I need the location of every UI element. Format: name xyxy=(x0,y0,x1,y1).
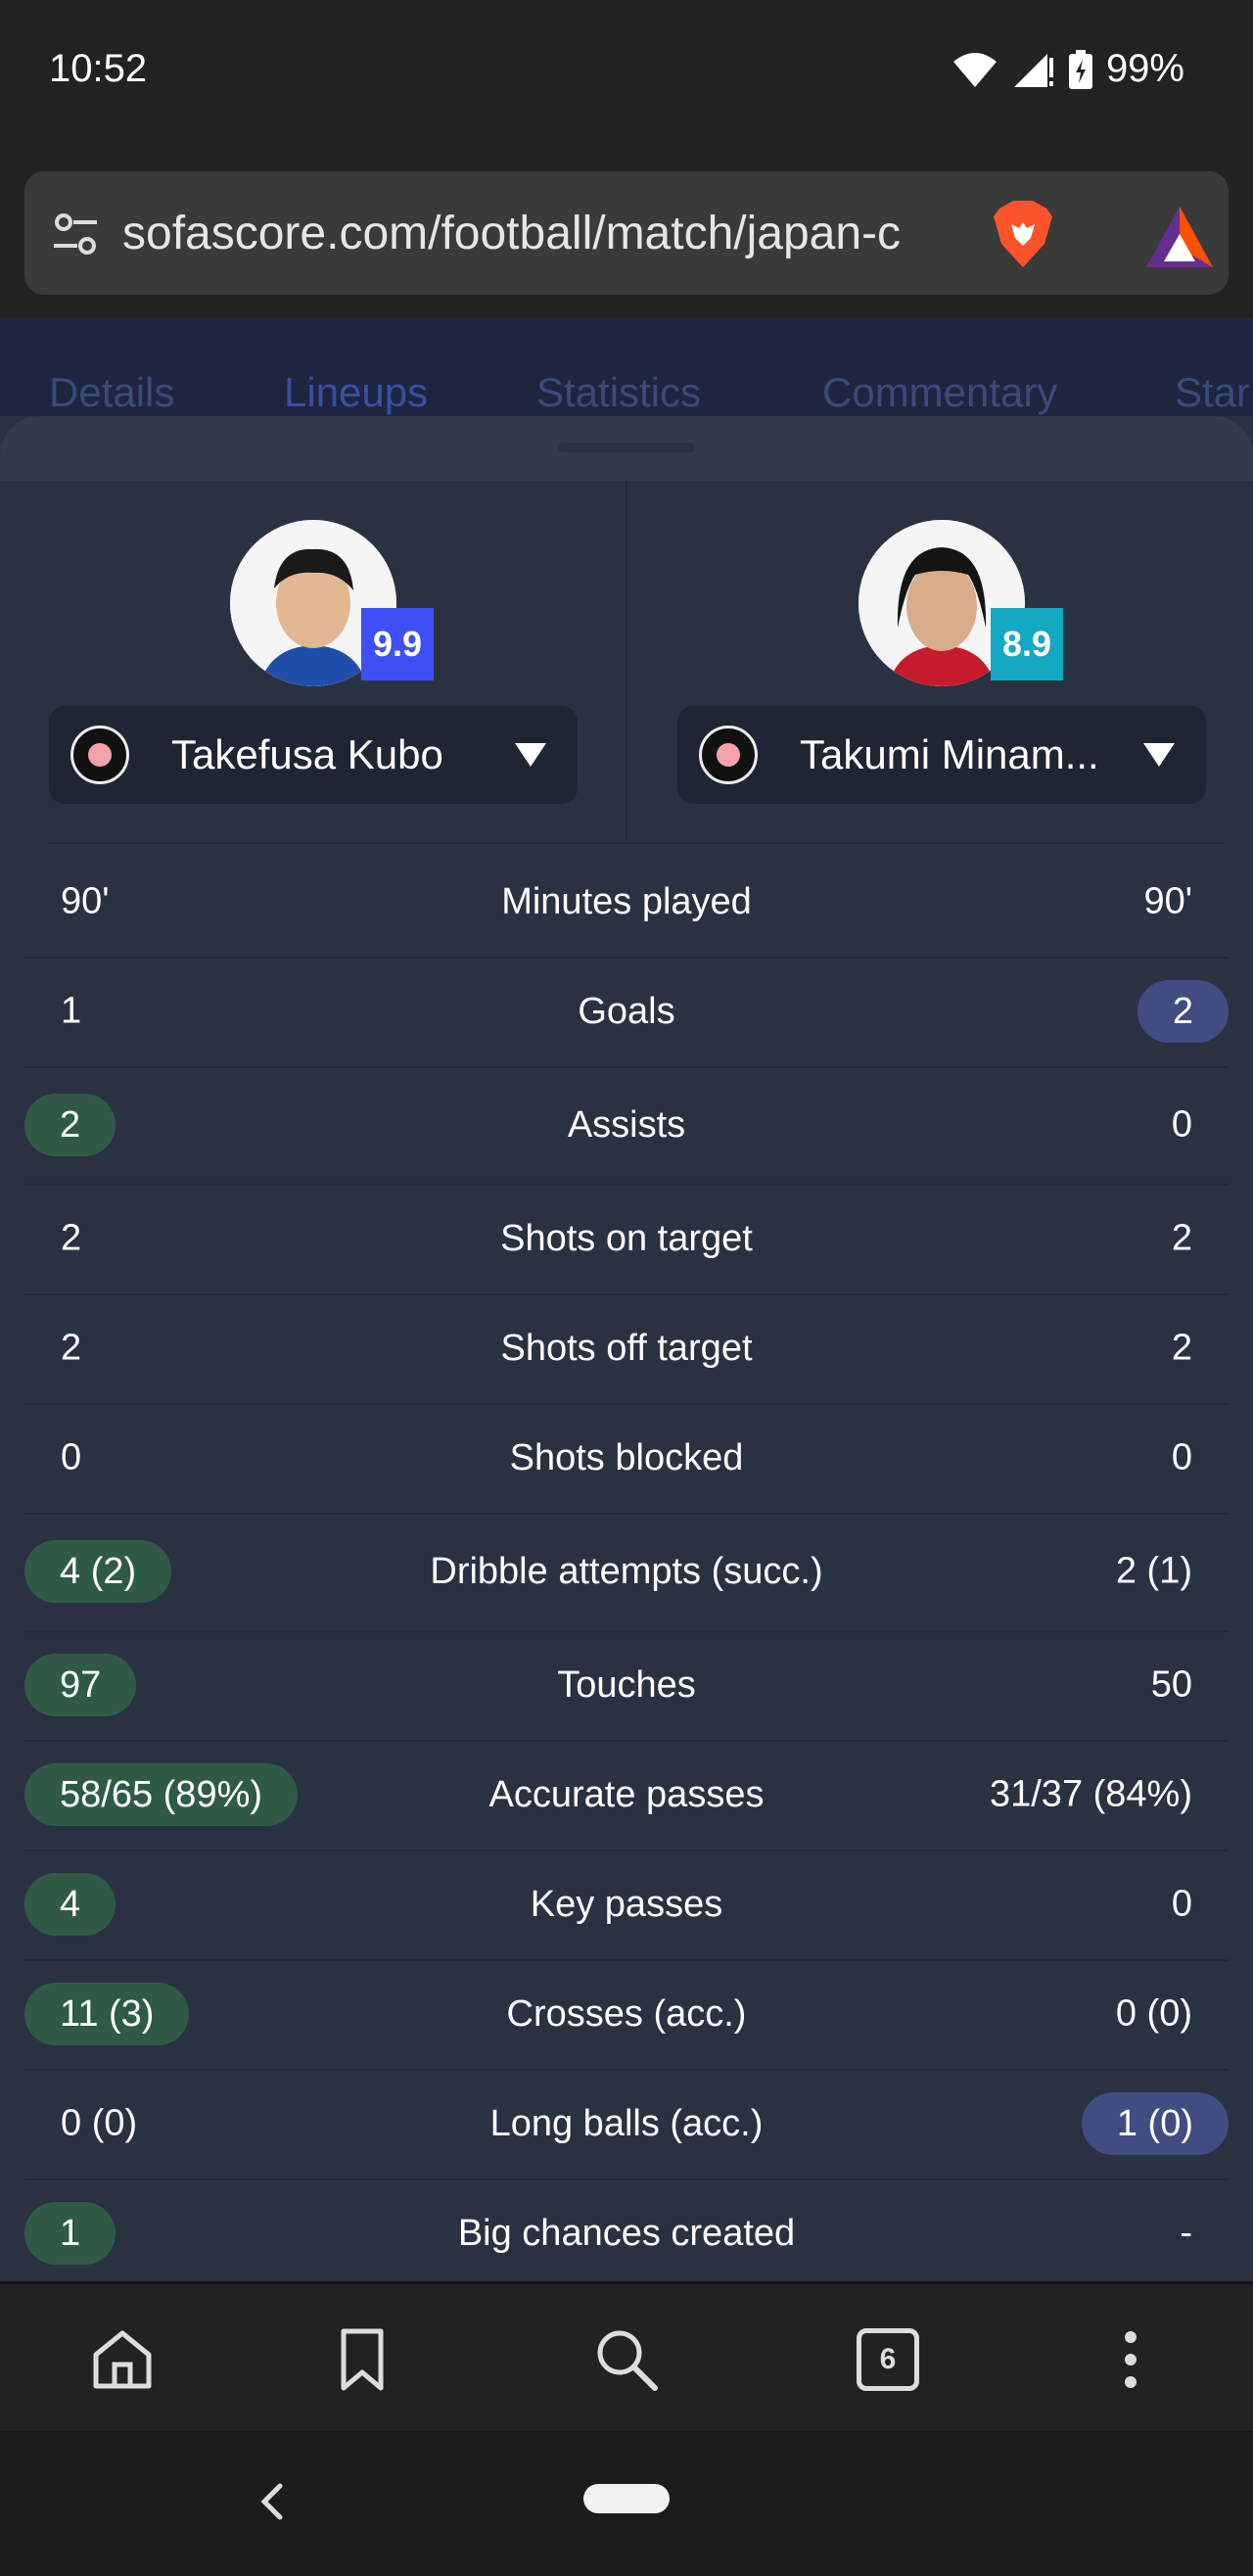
stat-left-value: 0 (0) xyxy=(61,2102,138,2144)
chevron-down-icon xyxy=(1143,743,1175,767)
stat-right-value: 2 (1) xyxy=(1115,1550,1192,1592)
stat-left-value-highlight: 97 xyxy=(24,1654,137,1716)
stat-row-crosses: 11 (3) Crosses (acc.) 0 (0) xyxy=(24,1959,1229,2071)
background-tabs: Details Lineups Statistics Commentary St… xyxy=(0,318,1253,416)
tune-icon[interactable] xyxy=(52,211,99,258)
stat-row-key-passes: 4 Key passes 0 xyxy=(24,1850,1229,1961)
tab-standings: Star xyxy=(1175,369,1251,415)
stat-label: Big chances created xyxy=(457,2213,796,2254)
stat-label: Touches xyxy=(557,1664,696,1706)
tab-count: 6 xyxy=(879,2343,897,2375)
stat-label: Accurate passes xyxy=(488,1774,765,1815)
stat-label: Shots blocked xyxy=(509,1437,744,1478)
signal-icon xyxy=(1013,53,1053,87)
stat-label: Shots off target xyxy=(500,1328,753,1369)
player-select-right[interactable]: Takumi Minam... xyxy=(677,706,1206,804)
tab-commentary: Commentary xyxy=(822,369,1058,415)
stat-right-value: - xyxy=(1180,2212,1192,2254)
stat-row-assists: 2 Assists 0 xyxy=(24,1066,1229,1186)
stat-row-shots-on-target: 2 Shots on target 2 xyxy=(24,1184,1229,1295)
player-compare-header: 9.9 Takefusa Kubo 8.9 Takumi Minam... xyxy=(0,481,1253,843)
stat-row-shots-off-target: 2 Shots off target 2 xyxy=(24,1293,1229,1405)
stat-right-value: 0 (0) xyxy=(1115,1992,1192,2035)
stat-row-goals: 1 Goals 2 xyxy=(24,957,1229,1068)
tabs-icon[interactable]: 6 xyxy=(857,2328,919,2391)
stat-left-value-highlight: 1 xyxy=(24,2202,116,2265)
stat-label: Dribble attempts (succ.) xyxy=(430,1551,823,1592)
back-icon[interactable] xyxy=(256,2482,286,2521)
player-select-left[interactable]: Takefusa Kubo xyxy=(49,706,578,804)
rating-badge: 8.9 xyxy=(991,608,1063,680)
rating-badge: 9.9 xyxy=(361,608,434,680)
stat-row-shots-blocked: 0 Shots blocked 0 xyxy=(24,1403,1229,1515)
japan-flag-icon xyxy=(699,726,758,784)
stat-label: Assists xyxy=(567,1104,686,1146)
stat-right-value: 0 xyxy=(1171,1436,1192,1478)
stat-label: Shots on target xyxy=(500,1218,753,1259)
stat-right-value-highlight: 2 xyxy=(1137,980,1229,1043)
player-name-left: Takefusa Kubo xyxy=(171,731,443,777)
stat-label: Goals xyxy=(578,991,675,1032)
stat-right-value: 90' xyxy=(1143,880,1192,922)
tab-statistics: Statistics xyxy=(536,369,702,415)
more-icon[interactable] xyxy=(1096,2325,1165,2394)
stat-left-value-highlight: 11 (3) xyxy=(24,1983,190,2045)
stat-row-dribbles: 4 (2) Dribble attempts (succ.) 2 (1) xyxy=(24,1513,1229,1632)
chevron-down-icon xyxy=(515,743,546,767)
stat-label: Key passes xyxy=(530,1884,723,1925)
wifi-icon xyxy=(952,52,997,87)
url-text[interactable]: sofascore.com/football/match/japan-c xyxy=(122,207,984,260)
browser-bottom-bar: 6 xyxy=(0,2281,1253,2431)
browser-toolbar: sofascore.com/football/match/japan-c xyxy=(0,147,1253,318)
stat-right-value: 50 xyxy=(1150,1663,1192,1706)
stat-row-touches: 97 Touches 50 xyxy=(24,1630,1229,1742)
bat-icon[interactable] xyxy=(1140,199,1219,277)
status-time: 10:52 xyxy=(49,47,148,90)
stat-label: Long balls (acc.) xyxy=(489,2103,764,2144)
stat-row-accurate-passes: 58/65 (89%) Accurate passes 31/37 (84%) xyxy=(24,1740,1229,1851)
system-nav-bar xyxy=(0,2431,1253,2576)
stat-right-value: 0 xyxy=(1171,1103,1192,1146)
stat-label: Minutes played xyxy=(501,881,752,922)
stat-left-value-highlight: 4 xyxy=(24,1873,116,1936)
bookmark-icon[interactable] xyxy=(328,2325,396,2394)
tab-lineups: Lineups xyxy=(284,369,429,415)
tab-details: Details xyxy=(49,369,175,415)
stat-right-value: 2 xyxy=(1171,1217,1192,1259)
battery-percent: 99% xyxy=(1105,47,1184,90)
battery-icon xyxy=(1068,49,1092,89)
drag-handle[interactable] xyxy=(558,443,695,452)
stat-left-value-highlight: 2 xyxy=(24,1094,116,1156)
stat-left-value-highlight: 4 (2) xyxy=(24,1540,172,1603)
player-right: 8.9 Takumi Minam... xyxy=(626,481,1253,843)
search-icon[interactable] xyxy=(592,2325,661,2394)
address-bar[interactable]: sofascore.com/football/match/japan-c xyxy=(24,171,1229,295)
divider xyxy=(49,842,1224,844)
stat-left-value: 2 xyxy=(61,1327,82,1369)
player-left: 9.9 Takefusa Kubo xyxy=(0,481,626,843)
stat-right-value-highlight: 1 (0) xyxy=(1081,2092,1229,2155)
stat-left-value: 0 xyxy=(61,1436,82,1478)
home-gesture-pill[interactable] xyxy=(583,2484,670,2513)
stat-label: Crosses (acc.) xyxy=(506,1993,747,2035)
stat-left-value: 90' xyxy=(61,880,110,922)
stat-row-minutes: 90' Minutes played 90' xyxy=(24,847,1229,959)
home-icon[interactable] xyxy=(88,2325,157,2394)
stat-left-value: 2 xyxy=(61,1217,82,1259)
stat-right-value: 2 xyxy=(1171,1327,1192,1369)
stat-row-long-balls: 0 (0) Long balls (acc.) 1 (0) xyxy=(24,2069,1229,2180)
stat-right-value: 31/37 (84%) xyxy=(989,1773,1192,1815)
stat-right-value: 0 xyxy=(1171,1883,1192,1925)
stat-left-value-highlight: 58/65 (89%) xyxy=(24,1763,299,1826)
japan-flag-icon xyxy=(70,726,129,784)
stat-row-big-chances: 1 Big chances created - xyxy=(24,2178,1229,2281)
sheet-header[interactable] xyxy=(0,416,1253,481)
status-icons: 99% xyxy=(951,47,1184,91)
player-name-right: Takumi Minam... xyxy=(800,731,1099,777)
brave-icon[interactable] xyxy=(984,195,1062,273)
player-compare-sheet: 9.9 Takefusa Kubo 8.9 Takumi Minam... 90… xyxy=(0,416,1253,2281)
status-bar: 10:52 99% xyxy=(0,0,1253,147)
stat-left-value: 1 xyxy=(61,990,82,1032)
